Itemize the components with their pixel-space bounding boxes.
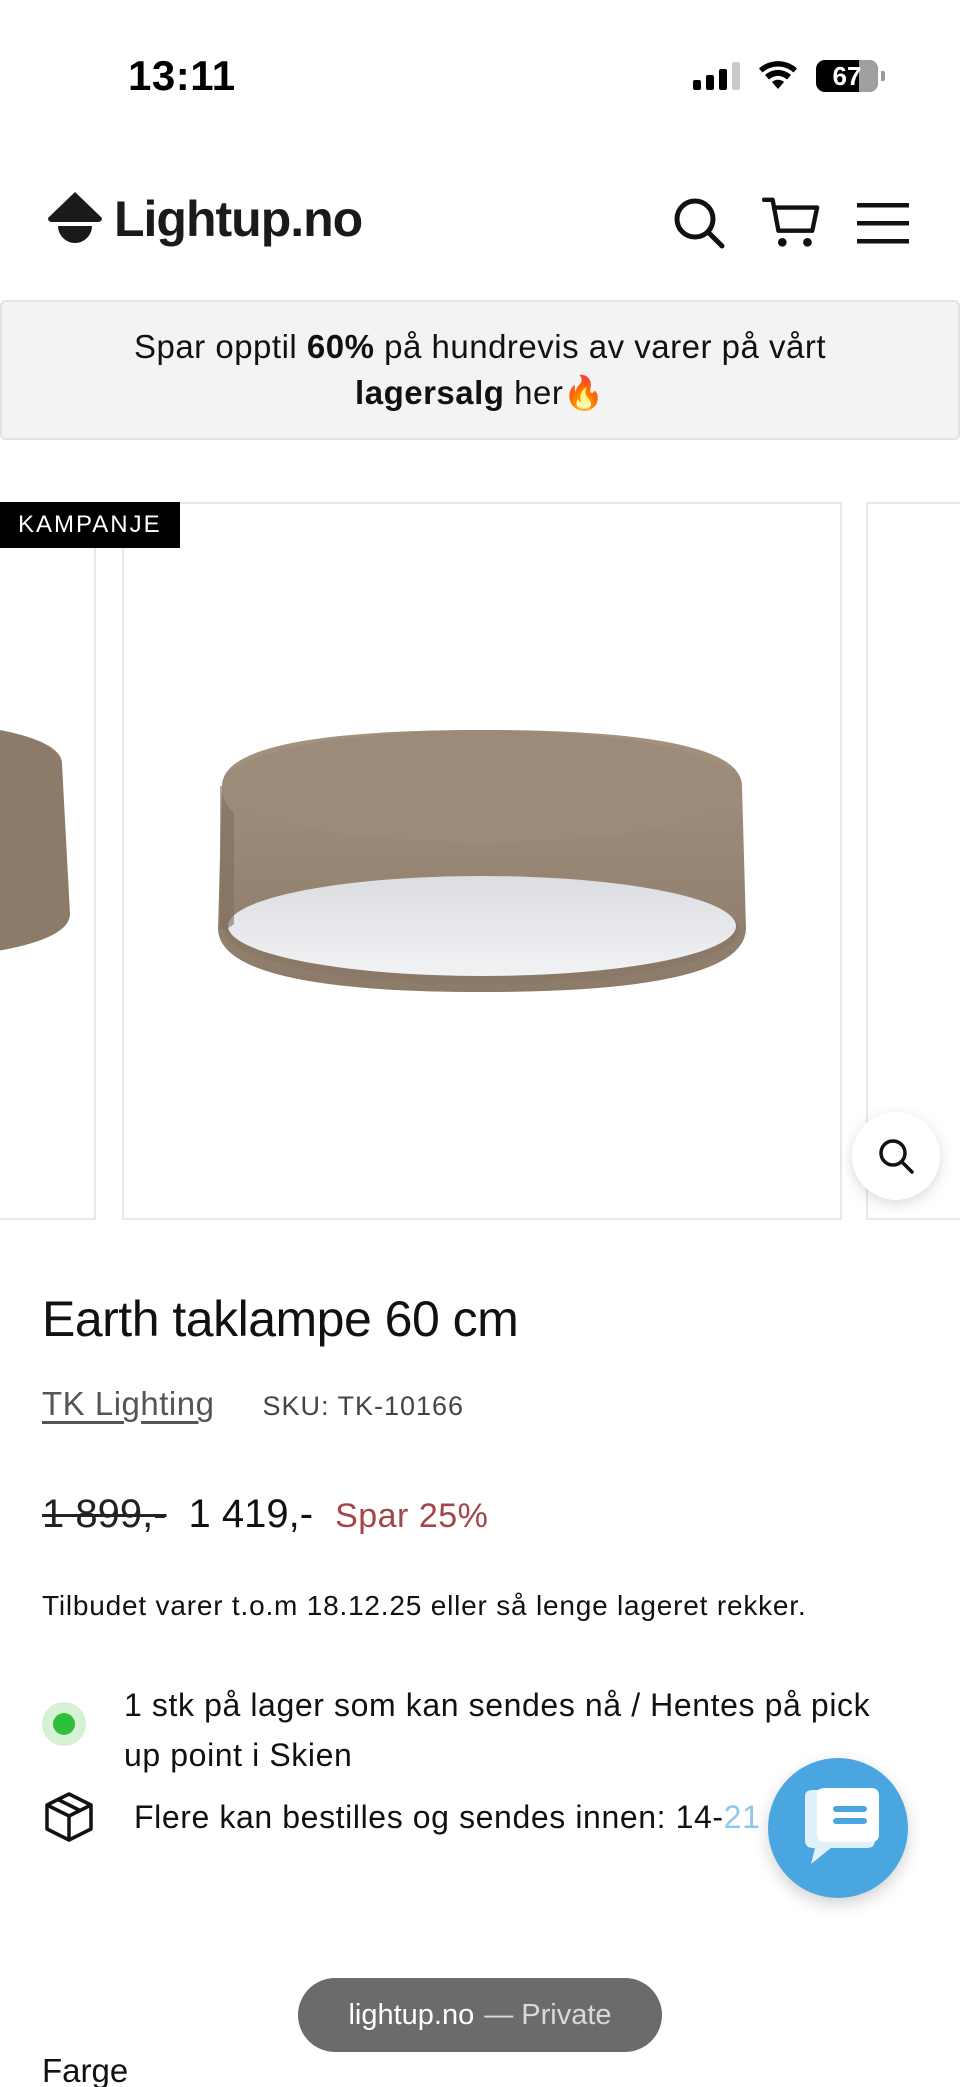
battery-icon: 67 bbox=[816, 60, 885, 92]
price-row: 1 899,- 1 419,- Spar 25% bbox=[42, 1492, 488, 1537]
site-header: Lightup.no bbox=[0, 170, 960, 280]
search-icon bbox=[674, 198, 725, 249]
logo-lamp-icon bbox=[48, 192, 102, 243]
signal-icon bbox=[693, 62, 740, 90]
logo[interactable]: Lightup.no bbox=[42, 186, 363, 252]
zoom-icon bbox=[879, 1139, 914, 1174]
chat-icon bbox=[805, 1788, 879, 1864]
header-icons bbox=[670, 194, 912, 252]
search-button[interactable] bbox=[670, 194, 728, 252]
status-time: 13:11 bbox=[128, 52, 236, 99]
campaign-badge: KAMPANJE bbox=[0, 502, 180, 548]
brand-row: TK Lighting SKU: TK-10166 bbox=[42, 1385, 464, 1423]
battery-level: 67 bbox=[832, 60, 862, 91]
stock-status: 1 stk på lager som kan sendes nå / Hente… bbox=[42, 1680, 902, 1780]
cart-icon bbox=[762, 197, 820, 247]
browser-url-pill[interactable]: lightup.no — Private bbox=[298, 1978, 662, 2052]
price-savings: Spar 25% bbox=[335, 1497, 489, 1535]
package-icon bbox=[45, 1792, 93, 1842]
price-original: 1 899,- bbox=[42, 1492, 167, 1536]
menu-icon bbox=[857, 203, 909, 244]
menu-button[interactable] bbox=[854, 194, 912, 252]
promo-link[interactable]: lagersalg bbox=[355, 374, 504, 411]
product-title: Earth taklampe 60 cm bbox=[42, 1291, 519, 1347]
logo-text: Lightup.no bbox=[114, 191, 363, 247]
in-stock-icon bbox=[42, 1702, 86, 1746]
product-gallery[interactable]: KAMPANJE bbox=[0, 500, 960, 1222]
browser-mode: — Private bbox=[484, 1998, 612, 2031]
product-image-prev bbox=[0, 730, 70, 951]
gallery-slide-main[interactable] bbox=[122, 502, 940, 1220]
promo-line-1: Spar opptil 60% på hundrevis av varer på… bbox=[133, 328, 827, 365]
promo-discount: 60% bbox=[306, 328, 375, 365]
stock-text: 1 stk på lager som kan sendes nå / Hente… bbox=[124, 1687, 871, 1773]
cart-button[interactable] bbox=[762, 194, 820, 252]
promo-line-2: lagersalg her🔥 bbox=[355, 374, 605, 411]
product-image bbox=[218, 730, 746, 992]
offer-note: Tilbudet varer t.o.m 18.12.25 eller så l… bbox=[42, 1590, 807, 1621]
price-sale: 1 419,- bbox=[188, 1492, 314, 1536]
fire-icon: 🔥 bbox=[563, 374, 605, 411]
promo-banner[interactable]: Spar opptil 60% på hundrevis av varer på… bbox=[0, 300, 960, 440]
shipping-text: Flere kan bestilles og sendes innen: 14-… bbox=[134, 1799, 855, 1836]
chat-button[interactable] bbox=[768, 1758, 908, 1898]
zoom-button[interactable] bbox=[852, 1112, 940, 1200]
gallery-slide-prev[interactable] bbox=[0, 502, 96, 1220]
color-option-label: Farge bbox=[42, 2052, 129, 2087]
status-icons: 67 bbox=[693, 60, 885, 92]
gallery-slide-next[interactable] bbox=[866, 502, 960, 1220]
status-bar: 13:11 67 bbox=[0, 0, 960, 120]
wifi-icon bbox=[759, 61, 797, 89]
brand-link[interactable]: TK Lighting bbox=[42, 1385, 214, 1423]
sku: SKU: TK-10166 bbox=[262, 1391, 465, 1421]
browser-domain: lightup.no bbox=[348, 1998, 475, 2031]
